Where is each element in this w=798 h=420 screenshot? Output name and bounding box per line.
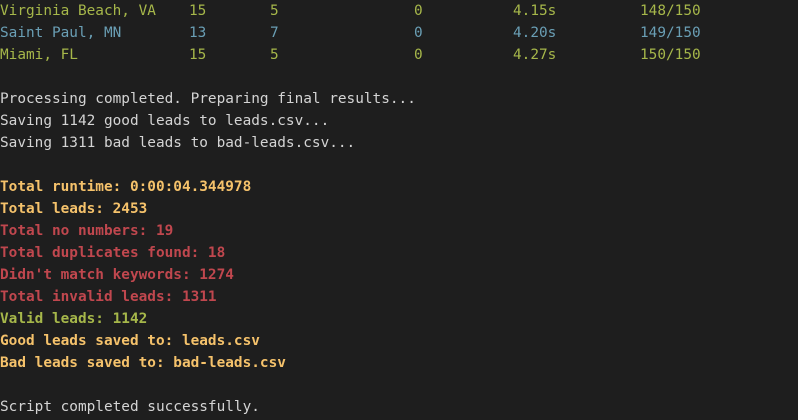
valid-leads: Valid leads: 1142 [0, 311, 148, 327]
progress-cell: 150/150 [640, 47, 701, 63]
count-cell: 7 [270, 25, 279, 41]
processing-message: Processing completed. Preparing final re… [0, 91, 416, 107]
terminal-output[interactable]: Virginia Beach, VA 15 5 0 4.15s 148/150 … [0, 0, 798, 420]
total-leads: Total leads: 2453 [0, 201, 148, 217]
bad-leads-saved: Bad leads saved to: bad-leads.csv [0, 355, 286, 371]
table-row: Virginia Beach, VA 15 5 0 4.15s 148/150 [0, 0, 701, 22]
city-cell: Virginia Beach, VA [0, 3, 156, 19]
saving-good-message: Saving 1142 good leads to leads.csv... [0, 113, 330, 129]
count-cell: 15 [189, 47, 207, 63]
count-cell: 0 [414, 25, 423, 41]
no-keyword-match: Didn't match keywords: 1274 [0, 267, 234, 283]
progress-cell: 148/150 [640, 3, 701, 19]
city-cell: Miami, FL [0, 47, 78, 63]
good-leads-saved: Good leads saved to: leads.csv [0, 333, 260, 349]
time-cell: 4.15s [513, 3, 557, 19]
count-cell: 15 [189, 3, 207, 19]
total-duplicates: Total duplicates found: 18 [0, 245, 226, 261]
script-completed-message: Script completed successfully. [0, 399, 260, 415]
time-cell: 4.20s [513, 25, 557, 41]
count-cell: 0 [414, 3, 423, 19]
progress-cell: 149/150 [640, 25, 701, 41]
total-invalid-leads: Total invalid leads: 1311 [0, 289, 217, 305]
saving-bad-message: Saving 1311 bad leads to bad-leads.csv..… [0, 135, 356, 151]
count-cell: 13 [189, 25, 207, 41]
time-cell: 4.27s [513, 47, 557, 63]
count-cell: 5 [270, 3, 279, 19]
count-cell: 0 [414, 47, 423, 63]
total-no-numbers: Total no numbers: 19 [0, 223, 174, 239]
table-row: Miami, FL 15 5 0 4.27s 150/150 [0, 44, 701, 66]
city-cell: Saint Paul, MN [0, 25, 122, 41]
count-cell: 5 [270, 47, 279, 63]
total-runtime: Total runtime: 0:00:04.344978 [0, 179, 252, 195]
table-row: Saint Paul, MN 13 7 0 4.20s 149/150 [0, 22, 701, 44]
